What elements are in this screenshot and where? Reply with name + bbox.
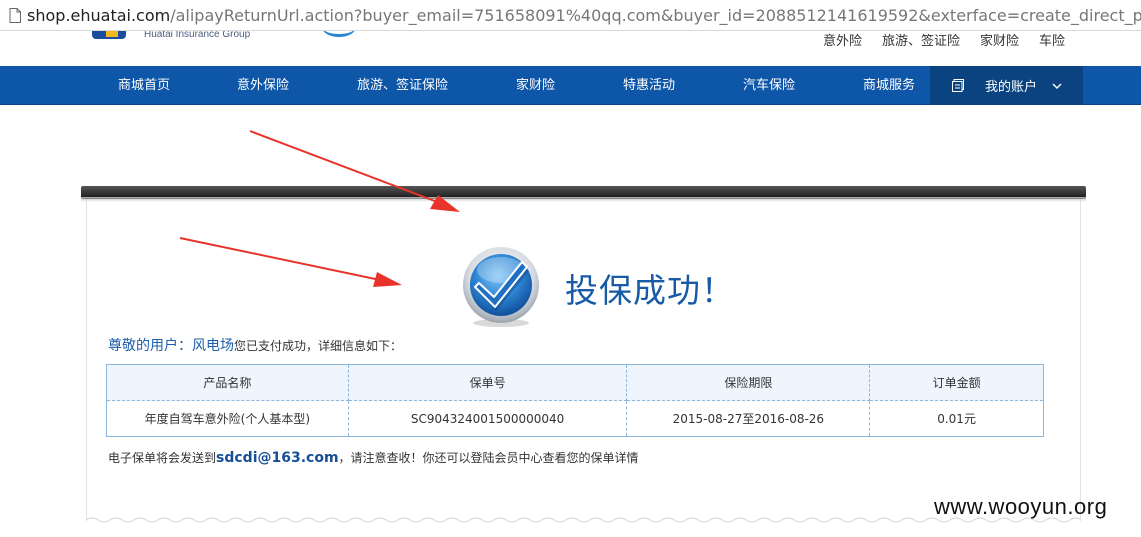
col-header-product: 产品名称	[106, 364, 349, 401]
address-bar[interactable]: shop.ehuatai.com/alipayReturnUrl.action?…	[0, 0, 1141, 31]
top-link-property[interactable]: 家财险	[980, 30, 1019, 49]
success-title: 投保成功！	[565, 271, 735, 310]
greeting-prefix: 尊敬的用户：	[108, 338, 192, 354]
page-icon	[9, 7, 21, 23]
col-header-policy-no: 保单号	[347, 364, 628, 401]
account-label: 我的账户	[985, 80, 1038, 95]
top-link-travel[interactable]: 旅游、签证险	[882, 30, 960, 49]
url-host: shop.ehuatai.com	[27, 5, 171, 25]
col-header-period: 保险期限	[626, 364, 871, 401]
card-shadow	[81, 197, 1086, 202]
nav-item-car[interactable]: 汽车保险	[743, 66, 795, 105]
nav-item-home[interactable]: 商城首页	[118, 66, 170, 105]
notice-email: sdcdi@163.com	[216, 450, 339, 466]
watermark-text: www.wooyun.org	[934, 494, 1108, 519]
top-quick-links: 意外险 旅游、签证险 家财险 车险	[823, 30, 1065, 49]
main-nav: 商城首页 意外保险 旅游、签证保险 家财险 特惠活动 汽车保险 商城服务 我的账…	[0, 66, 1141, 105]
username: 风电场	[192, 338, 234, 354]
nav-item-service[interactable]: 商城服务	[863, 66, 915, 105]
email-notice: 电子保单将会发送到sdcdi@163.com，请注意查收！你还可以登陆会员中心查…	[108, 449, 639, 466]
table-row: 年度自驾车意外险(个人基本型) SC904324001500000040 201…	[106, 400, 1044, 437]
card-torn-edge	[86, 517, 1081, 523]
result-card	[86, 199, 1081, 521]
cell-period: 2015-08-27至2016-08-26	[626, 400, 871, 437]
page: shop.ehuatai.com/alipayReturnUrl.action?…	[0, 0, 1141, 537]
success-check-icon	[463, 247, 539, 327]
cell-amount: 0.01元	[869, 400, 1044, 437]
nav-item-promotions[interactable]: 特惠活动	[623, 66, 675, 105]
notice-prefix: 电子保单将会发送到	[108, 451, 217, 465]
table-header-row: 产品名称 保单号 保险期限 订单金额	[106, 364, 1044, 401]
top-link-accident[interactable]: 意外险	[823, 30, 862, 49]
site-header: Huatai Insurance Group 意外险 旅游、签证险 家财险 车险	[0, 29, 1141, 66]
nav-item-travel[interactable]: 旅游、签证保险	[357, 66, 448, 105]
col-header-amount: 订单金额	[869, 364, 1044, 401]
cell-policy-no: SC904324001500000040	[347, 400, 628, 437]
notice-suffix: ，请注意查收！你还可以登陆会员中心查看您的保单详情	[338, 451, 639, 465]
logo-accent	[106, 31, 118, 37]
greeting-suffix: 您已支付成功，详细信息如下：	[234, 339, 403, 353]
account-menu[interactable]: 我的账户	[930, 66, 1083, 105]
url-text[interactable]: shop.ehuatai.com/alipayReturnUrl.action?…	[27, 6, 1141, 25]
top-link-car[interactable]: 车险	[1039, 30, 1065, 49]
cell-product: 年度自驾车意外险(个人基本型)	[106, 400, 349, 437]
greeting-line: 尊敬的用户：风电场您已支付成功，详细信息如下：	[108, 335, 402, 355]
chevron-down-icon	[1052, 83, 1062, 89]
order-table: 产品名称 保单号 保险期限 订单金额 年度自驾车意外险(个人基本型) SC904…	[106, 364, 1044, 437]
nav-item-property[interactable]: 家财险	[516, 66, 555, 105]
account-icon	[952, 79, 964, 92]
nav-item-accident[interactable]: 意外保险	[237, 66, 289, 105]
url-path: /alipayReturnUrl.action?buyer_email=7516…	[170, 5, 1141, 25]
